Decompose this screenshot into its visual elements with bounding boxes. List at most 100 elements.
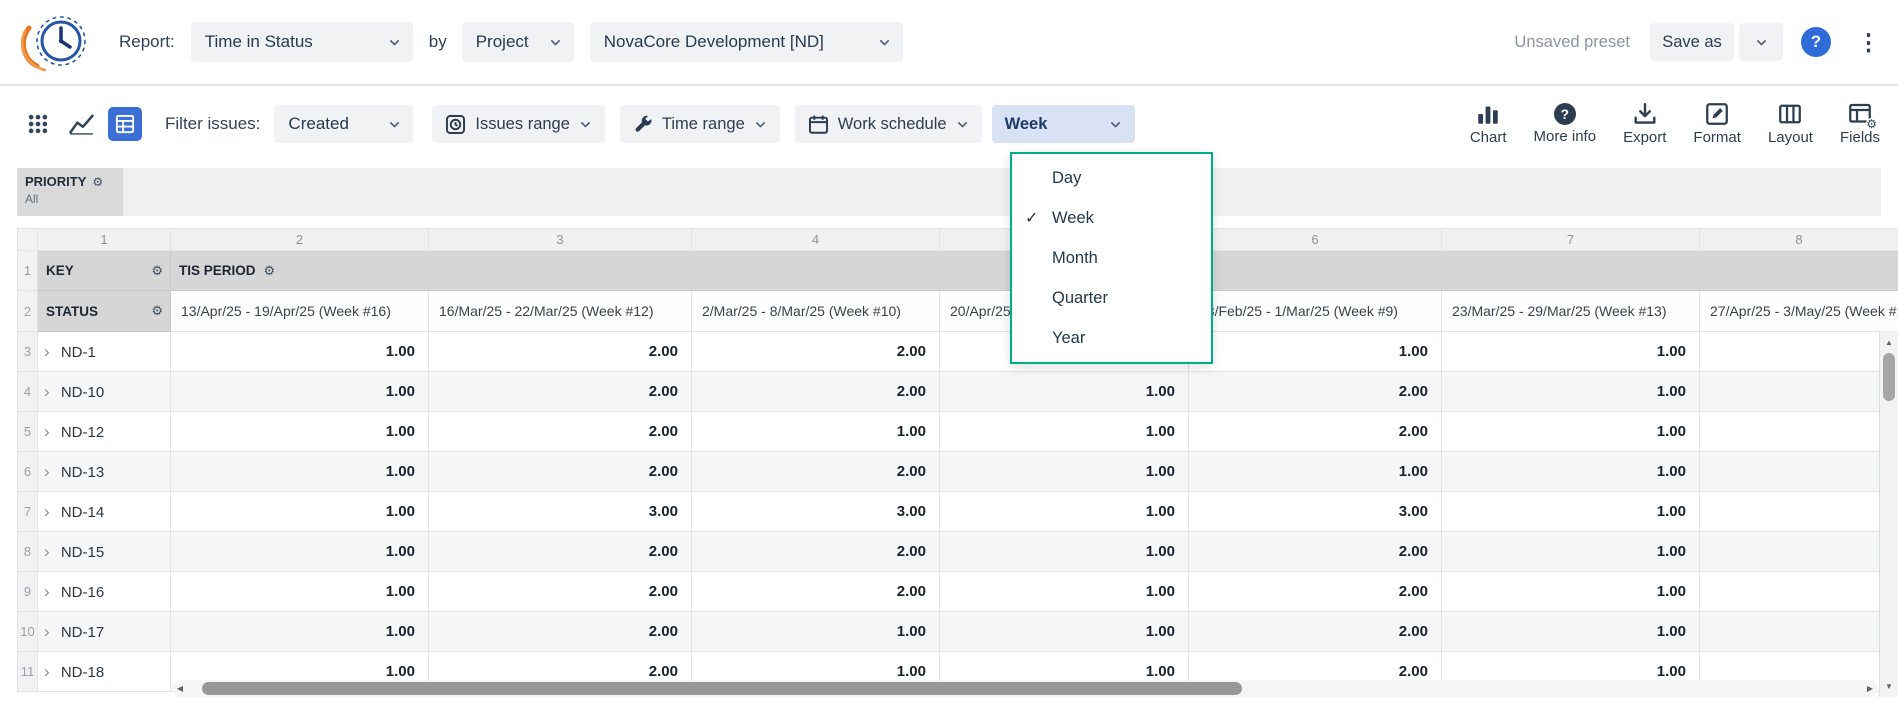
chart-view-button[interactable] <box>65 108 97 140</box>
row-number-cell: 4 <box>18 372 38 412</box>
value-cell: 1.00 <box>940 492 1189 532</box>
expand-chevron-icon[interactable]: › <box>44 422 50 441</box>
report-type-select[interactable]: Time in Status <box>191 22 413 62</box>
expand-chevron-icon[interactable]: › <box>44 622 50 641</box>
period-option-quarter[interactable]: Quarter <box>1012 278 1211 318</box>
project-select[interactable]: NovaCore Development [ND] <box>590 22 903 62</box>
table-view-button[interactable] <box>108 107 142 141</box>
value-cell <box>1700 452 1898 492</box>
issue-key-cell[interactable]: › ND-15 <box>38 532 171 572</box>
scroll-up-arrow-icon[interactable]: ▲ <box>1880 333 1898 351</box>
horizontal-scrollbar-track[interactable] <box>188 680 1862 697</box>
value-cell: 1.00 <box>171 532 429 572</box>
layout-button[interactable]: Layout <box>1768 102 1813 146</box>
issue-key-cell[interactable]: › ND-18 <box>38 652 171 692</box>
row-number-cell: 1 <box>18 251 38 291</box>
value-cell <box>1700 332 1898 372</box>
row-number-cell: 7 <box>18 492 38 532</box>
more-menu-button[interactable]: ⋮ <box>1851 29 1886 56</box>
value-cell: 2.00 <box>1189 572 1442 612</box>
value-cell: 1.00 <box>171 492 429 532</box>
export-label: Export <box>1623 129 1666 146</box>
issue-key: ND-17 <box>61 624 104 641</box>
more-info-label: More info <box>1534 128 1597 145</box>
period-option-month[interactable]: Month <box>1012 238 1211 278</box>
issues-range-label: Issues range <box>475 115 569 134</box>
value-cell: 1.00 <box>940 452 1189 492</box>
status-header-label: STATUS <box>46 304 98 319</box>
vertical-scrollbar[interactable]: ▲ ▼ <box>1879 331 1898 697</box>
issue-key-cell[interactable]: › ND-12 <box>38 412 171 452</box>
period-option-week[interactable]: ✓ Week <box>1012 198 1211 238</box>
clock-range-icon <box>445 114 466 135</box>
save-as-button[interactable]: Save as <box>1650 23 1734 61</box>
value-cell: 3.00 <box>692 492 940 532</box>
period-option-day[interactable]: Day <box>1012 158 1211 198</box>
row-number-cell: 5 <box>18 412 38 452</box>
group-by-select[interactable]: Project <box>462 22 574 62</box>
value-cell: 1.00 <box>692 412 940 452</box>
save-as-dropdown-button[interactable] <box>1739 23 1783 61</box>
priority-filter-box[interactable]: PRIORITY ⚙ All <box>17 168 123 216</box>
value-cell: 3.00 <box>429 492 692 532</box>
issue-key-cell[interactable]: › ND-10 <box>38 372 171 412</box>
scroll-down-arrow-icon[interactable]: ▼ <box>1880 677 1898 695</box>
value-cell: 1.00 <box>1442 612 1700 652</box>
edit-pencil-icon <box>1705 102 1729 126</box>
issues-range-button[interactable]: Issues range <box>432 105 604 143</box>
key-settings-gear-icon[interactable]: ⚙ <box>151 263 163 279</box>
expand-chevron-icon[interactable]: › <box>44 582 50 601</box>
vertical-scrollbar-thumb[interactable] <box>1883 353 1895 401</box>
tis-period-settings-gear-icon[interactable]: ⚙ <box>264 263 276 279</box>
expand-chevron-icon[interactable]: › <box>44 342 50 361</box>
value-cell: 2.00 <box>429 532 692 572</box>
period-select[interactable]: Week <box>992 105 1135 143</box>
column-number-cell: 2 <box>171 229 429 251</box>
column-numbers-row: 1 2 3 4 5 6 7 8 <box>18 229 1898 251</box>
layout-label: Layout <box>1768 129 1813 146</box>
row-number-cell: 8 <box>18 532 38 572</box>
value-cell: 1.00 <box>940 412 1189 452</box>
priority-settings-gear-icon[interactable]: ⚙ <box>92 175 103 189</box>
issue-key: ND-14 <box>61 504 104 521</box>
chevron-down-icon <box>878 36 891 49</box>
horizontal-scrollbar-thumb[interactable] <box>202 682 1242 695</box>
chart-action-button[interactable]: Chart <box>1470 102 1507 146</box>
period-option-year[interactable]: Year <box>1012 318 1211 358</box>
format-button[interactable]: Format <box>1693 102 1741 146</box>
issue-key-cell[interactable]: › ND-16 <box>38 572 171 612</box>
more-info-button[interactable]: ? More info <box>1534 103 1597 145</box>
row-number-cell: 3 <box>18 332 38 372</box>
work-schedule-button[interactable]: Work schedule <box>795 105 982 143</box>
key-header-label: KEY <box>46 263 74 278</box>
scroll-right-arrow-icon[interactable]: ▶ <box>1862 684 1878 693</box>
time-range-button[interactable]: Time range <box>620 105 780 143</box>
help-button[interactable]: ? <box>1801 27 1831 57</box>
key-header-cell: KEY ⚙ <box>38 251 171 291</box>
scroll-left-arrow-icon[interactable]: ◀ <box>172 684 188 693</box>
tis-period-header-label: TIS PERIOD <box>179 263 256 278</box>
expand-chevron-icon[interactable]: › <box>44 502 50 521</box>
issue-key-cell[interactable]: › ND-17 <box>38 612 171 652</box>
issue-key: ND-12 <box>61 424 104 441</box>
expand-chevron-icon[interactable]: › <box>44 382 50 401</box>
expand-chevron-icon[interactable]: › <box>44 662 50 681</box>
table-row: 9 › ND-16 1.00 2.00 2.00 1.00 2.00 1.00 <box>18 572 1898 612</box>
expand-chevron-icon[interactable]: › <box>44 462 50 481</box>
issue-key-cell[interactable]: › ND-1 <box>38 332 171 372</box>
issue-key-cell[interactable]: › ND-13 <box>38 452 171 492</box>
grid-view-button[interactable] <box>22 108 54 140</box>
export-button[interactable]: Export <box>1623 102 1666 146</box>
horizontal-scrollbar[interactable]: ◀ ▶ <box>172 680 1878 697</box>
issue-key-cell[interactable]: › ND-14 <box>38 492 171 532</box>
expand-chevron-icon[interactable]: › <box>44 542 50 561</box>
time-range-label: Time range <box>662 115 745 134</box>
filter-select[interactable]: Created <box>274 105 413 143</box>
status-settings-gear-icon[interactable]: ⚙ <box>151 303 163 319</box>
table-row: 5 › ND-12 1.00 2.00 1.00 1.00 2.00 1.00 <box>18 412 1898 452</box>
topbar: Report: Time in Status by Project NovaCo… <box>0 0 1898 86</box>
value-cell: 2.00 <box>429 612 692 652</box>
value-cell: 2.00 <box>1189 612 1442 652</box>
filter-strip: PRIORITY ⚙ All <box>17 168 1881 216</box>
fields-button[interactable]: ⚙ Fields <box>1840 102 1880 146</box>
